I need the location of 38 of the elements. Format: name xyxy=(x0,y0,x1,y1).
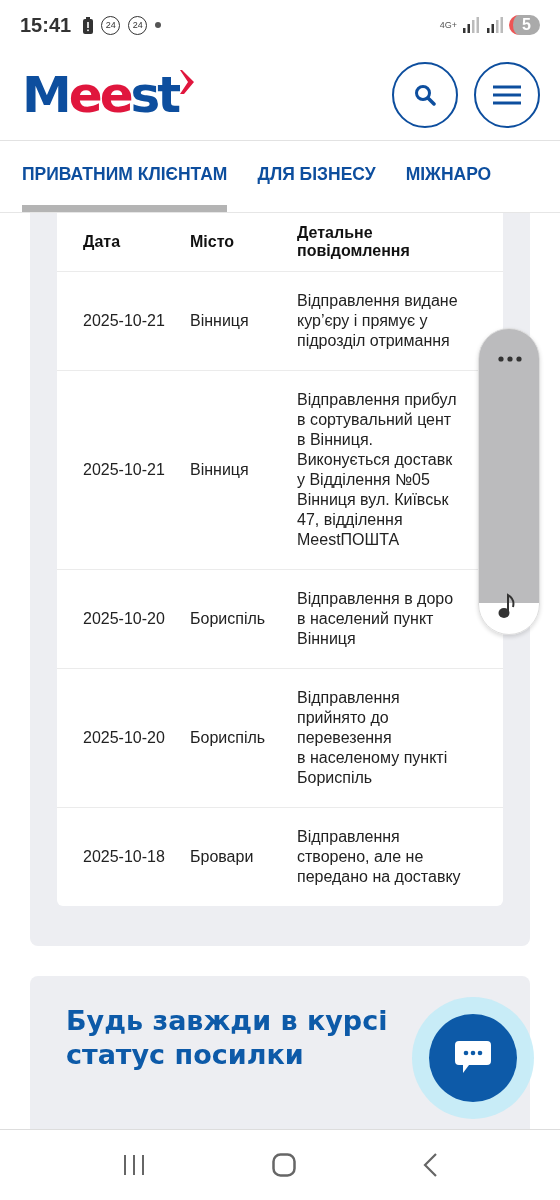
meest-logo[interactable]: Meest xyxy=(22,70,195,120)
date-cell-text: 2025-10-21 xyxy=(83,312,166,330)
column-header: Дата xyxy=(83,233,122,251)
city-cell-text: Вінниця xyxy=(190,312,250,330)
more-icon[interactable] xyxy=(498,356,522,362)
message-cell-text: Відправлення прибул в сортувальний цент в Вінниця. Виконується доставк у Відділення №05 Вінниця вул. Київськ 47, відділення MeestПОШТА xyxy=(297,390,458,550)
network-type: 4G+ xyxy=(439,20,458,30)
signal-icon xyxy=(487,17,504,33)
date-cell-text: 2025-10-18 xyxy=(83,848,166,866)
city-cell-text: Бориспіль xyxy=(190,729,267,747)
menu-icon xyxy=(493,85,521,105)
city-cell-text: Вінниця xyxy=(190,461,250,479)
message-cell-text: Відправлення в доро в населений пункт Вінниця xyxy=(297,589,455,649)
section-heading: Будь завжди в курсі статус посилки xyxy=(66,1004,388,1072)
nav-tab[interactable]: МІЖНАРО xyxy=(405,141,492,212)
message-cell-text: Відправлення прийнято до перевезення в населеному пункті Бориспіль xyxy=(297,688,449,788)
music-note-icon[interactable] xyxy=(498,593,516,619)
column-header: Місто xyxy=(190,233,236,251)
message-cell-text: Відправлення створено, але не передано на доставку xyxy=(297,827,462,887)
back-icon[interactable] xyxy=(422,1153,437,1177)
column-header: Детальне повідомлення xyxy=(297,224,411,260)
clock-time: 15:41 xyxy=(20,13,72,37)
message-cell-text: Відправлення видане кур’єру і прямує у підрозділ отримання xyxy=(297,291,459,351)
battery-alert-icon xyxy=(83,16,94,34)
recent-apps-icon[interactable] xyxy=(123,1155,146,1175)
search-icon xyxy=(414,84,436,106)
city-cell-text: Бровари xyxy=(190,848,255,866)
dot-icon xyxy=(155,22,162,28)
date-cell-text: 2025-10-20 xyxy=(83,729,166,747)
battery-level: 5 xyxy=(509,15,540,35)
nav-tab[interactable]: ДЛЯ БІЗНЕСУ xyxy=(257,141,376,212)
date-cell-text: 2025-10-20 xyxy=(83,610,166,628)
signal-icon xyxy=(463,17,480,33)
city-cell-text: Бориспіль xyxy=(190,610,267,628)
chat-bubble-icon xyxy=(455,1041,491,1075)
date-cell-text: 2025-10-21 xyxy=(83,461,166,479)
chat-button[interactable] xyxy=(429,1014,517,1102)
home-icon[interactable] xyxy=(272,1153,296,1177)
